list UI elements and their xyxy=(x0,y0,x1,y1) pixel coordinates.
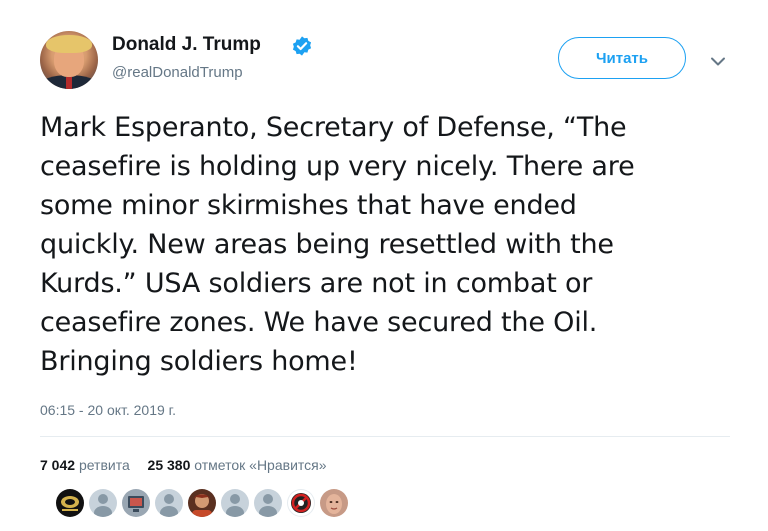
face-photo-avatar[interactable] xyxy=(320,489,348,517)
divider xyxy=(40,436,730,437)
tweet-text-line: ceasefire zones. We have secured the Oil… xyxy=(40,307,598,338)
no-sign-avatar[interactable] xyxy=(287,489,315,517)
tweet-text: Mark Esperanto, Secretary of Defense, “T… xyxy=(40,108,730,381)
tweet-text-line: ceasefire is holding up very nicely. The… xyxy=(40,151,635,182)
chevron-down-icon[interactable] xyxy=(706,49,730,73)
follow-button[interactable]: Читать xyxy=(558,37,686,79)
likes-label[interactable]: отметок «Нравится» xyxy=(194,457,326,473)
tweet-timestamp[interactable]: 06:15 - 20 окт. 2019 г. xyxy=(40,402,176,418)
author-handle[interactable]: @realDonaldTrump xyxy=(112,64,243,81)
tweet-text-line: Mark Esperanto, Secretary of Defense, “T… xyxy=(40,112,627,143)
tweet-text-line: Kurds.” USA soldiers are not in combat o… xyxy=(40,268,593,299)
retweets-label[interactable]: ретвита xyxy=(79,457,130,473)
screen-avatar[interactable] xyxy=(122,489,150,517)
tweet-text-line: Bringing soldiers home! xyxy=(40,346,358,377)
default-profile-avatar[interactable] xyxy=(155,489,183,517)
tweet-stats: 7 042 ретвита 25 380 отметок «Нравится» xyxy=(40,457,327,473)
author-avatar[interactable] xyxy=(40,31,98,89)
default-profile-avatar[interactable] xyxy=(221,489,249,517)
default-profile-avatar[interactable] xyxy=(89,489,117,517)
likes-count[interactable]: 25 380 xyxy=(148,457,191,473)
retweets-count[interactable]: 7 042 xyxy=(40,457,75,473)
avatar-hair xyxy=(46,35,92,53)
tweet-text-line: some minor skirmishes that have ended xyxy=(40,190,577,221)
default-profile-avatar[interactable] xyxy=(254,489,282,517)
dark-emblem-avatar[interactable] xyxy=(56,489,84,517)
author-display-name[interactable]: Donald J. Trump xyxy=(112,34,261,56)
avatar-tie xyxy=(66,77,72,89)
person-photo-avatar[interactable] xyxy=(188,489,216,517)
tweet-text-line: quickly. New areas being resettled with … xyxy=(40,229,614,260)
verified-badge-icon xyxy=(292,36,312,56)
tweet-card: Donald J. Trump @realDonaldTrump Читать … xyxy=(0,0,768,531)
